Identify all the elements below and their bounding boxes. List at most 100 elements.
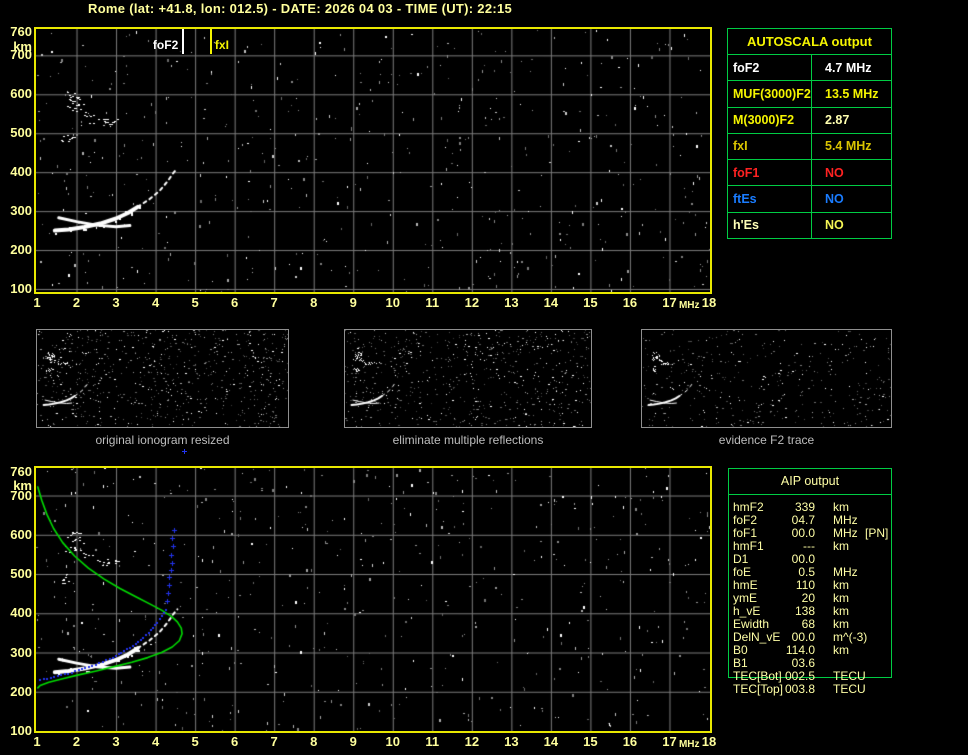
aip-rows: hmF2 339 km foF2 04.7 MHz foF1 00.0 MHz [PN] hmF1-… [728,501,892,696]
aip-header-divider [728,494,892,495]
autoscala-row-ftEs: ftEs NO [728,185,891,212]
autoscala-row-h'Es: h'Es NO [728,211,891,238]
top-plot-xtick-6: 6 [231,295,239,310]
bottom-plot-ytick-500: 500 [10,566,32,582]
fxI-marker-line [209,29,212,54]
autoscala-output-table: AUTOSCALA output foF2 4.7 MHz MUF(3000)F2 1… [727,28,892,239]
autoscala-row-foF1: foF1 NO [728,159,891,186]
top-ionogram-plot [34,27,712,294]
aip-extra-foF1: [PN] [865,526,889,540]
bottom-plot-xtick-13: 13 [504,734,519,749]
autoscala-label-M(3000)F2: M(3000)F2 [728,107,812,133]
thumbnail-caption-eliminate: eliminate multiple reflections [392,433,544,447]
bottom-plot-xtick-16: 16 [622,734,638,749]
foF2-marker-line [182,29,185,54]
aip-unit-B0: km [833,643,849,657]
top-plot-xtick-15: 15 [583,295,598,310]
aip-table-title: AIP output [780,474,840,488]
top-plot-xtick-10: 10 [385,295,400,310]
autoscala-label-ftEs: ftEs [728,186,812,212]
station-title: Rome (lat: +41.8, lon: 012.5) - DATE: 20… [88,1,513,16]
top-plot-ytick-100: 100 [10,280,32,296]
autoscala-label-foF1: foF1 [728,160,812,186]
top-plot-xtick-1: 1 [33,295,41,310]
bottom-plot-x-unit: MHz [678,739,700,750]
top-plot-x-unit: MHz [678,300,700,311]
bottom-ionogram-plot [34,466,712,733]
bottom-ionogram-canvas [36,468,710,731]
autoscala-label-MUF(3000)F2: MUF(3000)F2 [728,81,812,107]
fxI-marker-label: fxI [214,38,229,52]
autoscala-value-foF2: 4.7 MHz [825,60,872,75]
autoscala-row-foF2: foF2 4.7 MHz [728,54,891,81]
bottom-plot-xtick-10: 10 [385,734,400,749]
top-plot-xtick-11: 11 [425,295,440,310]
bottom-plot-xtick-2: 2 [72,734,81,749]
bottom-plot-xtick-14: 14 [543,734,559,749]
autoscala-value-foF1: NO [825,165,844,180]
autoscala-table-title: AUTOSCALA output [747,34,872,49]
autoscala-value-ftEs: NO [825,192,844,207]
autoscala-value-MUF(3000)F2: 13.5 MHz [825,86,879,101]
top-plot-xtick-16: 16 [622,295,638,310]
top-plot-xtick-3: 3 [112,295,120,310]
autoscala-row-M(3000)F2: M(3000)F2 2.87 [728,106,891,133]
bottom-plot-xtick-11: 11 [425,734,440,749]
bottom-plot-ytick-200: 200 [10,683,32,699]
aip-row-TEC[Top]: TEC[Top] 003.8 TECU [728,683,892,696]
top-plot-xtick-4: 4 [151,295,160,310]
top-plot-y-unit: km [13,39,32,54]
top-plot-ytick-760: 760 [10,24,32,39]
top-plot-ytick-300: 300 [10,203,32,219]
thumbnail-original-canvas [37,330,288,427]
thumbnail-evidence-f2 [641,329,892,428]
top-plot-xtick-14: 14 [543,295,559,310]
autoscala-value-h'Es: NO [825,218,844,233]
stray-blue-mark [182,449,187,454]
bottom-plot-xtick-8: 8 [310,734,318,749]
thumbnail-caption-original: original ionogram resized [95,433,230,447]
top-plot-ytick-400: 400 [10,164,32,180]
autoscala-value-fxI: 5.4 MHz [825,139,872,154]
thumbnail-original-ionogram [36,329,289,428]
top-plot-xtick-7: 7 [270,295,278,310]
autoscala-label-foF2: foF2 [728,55,812,81]
bottom-plot-ytick-400: 400 [10,605,32,621]
bottom-plot-xtick-5: 5 [191,734,199,749]
bottom-plot-xtick-6: 6 [231,734,239,749]
foF2-marker-label: foF2 [152,38,179,52]
bottom-plot-xtick-9: 9 [349,734,357,749]
thumbnail-caption-evidence: evidence F2 trace [718,433,815,447]
thumbnail-eliminate-canvas [345,330,591,427]
aip-label-TEC[Top]: TEC[Top] [733,682,784,696]
bottom-plot-xtick-12: 12 [464,734,480,749]
thumbnail-eliminate-reflections [344,329,592,428]
autoscala-value-M(3000)F2: 2.87 [825,113,850,128]
bottom-plot-ytick-600: 600 [10,526,32,542]
aip-unit-TEC[Top]: TECU [833,682,866,696]
top-plot-ytick-200: 200 [10,242,32,258]
autoscala-row-MUF(3000)F2: MUF(3000)F2 13.5 MHz [728,80,891,107]
autoscala-label-h'Es: h'Es [728,212,812,238]
bottom-plot-xtick-1: 1 [33,734,41,749]
top-plot-ytick-600: 600 [10,86,32,102]
top-plot-xtick-13: 13 [504,295,519,310]
top-plot-ytick-500: 500 [10,125,32,141]
autoscala-row-fxI: fxI 5.4 MHz [728,132,891,160]
top-ionogram-canvas [36,29,710,292]
bottom-plot-ytick-300: 300 [10,644,32,660]
bottom-plot-xtick-4: 4 [151,734,160,749]
autoscala-screen: Rome (lat: +41.8, lon: 012.5) - DATE: 20… [0,0,968,755]
bottom-plot-xtick-7: 7 [270,734,278,749]
bottom-plot-xtick-3: 3 [112,734,120,749]
aip-value-TEC[Top]: 003.8 [785,682,816,696]
thumbnail-evidence-canvas [642,330,891,427]
aip-unit-hmF1: km [833,539,849,553]
bottom-plot-ytick-760: 760 [10,464,32,479]
autoscala-label-fxI: fxI [728,133,812,160]
top-plot-xtick-5: 5 [191,295,199,310]
top-plot-xtick-8: 8 [310,295,318,310]
top-plot-xtick-12: 12 [464,295,480,310]
top-plot-xtick-2: 2 [72,295,81,310]
bottom-plot-y-unit: km [13,478,32,493]
